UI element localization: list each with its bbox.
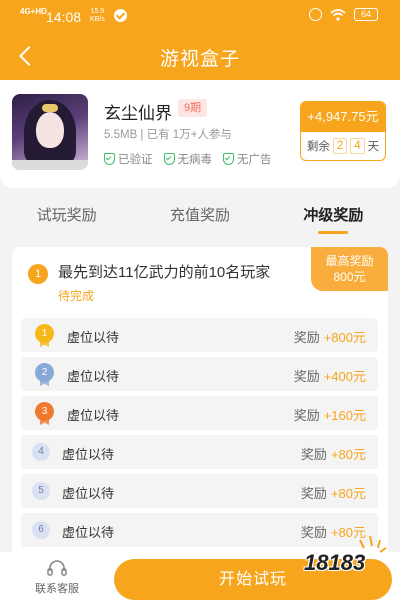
remaining-digit: 4 bbox=[350, 138, 365, 154]
ranking-reward: 奖励 +400元 bbox=[294, 366, 366, 385]
max-reward-value: 800元 bbox=[333, 270, 366, 284]
reward-label: 奖励 bbox=[300, 486, 327, 501]
max-reward-label: 最高奖励 bbox=[325, 254, 374, 268]
ranking-list: 1 虚位以待 奖励 +800元 2 虚位以待 奖励 +400元 3 虚位以待 奖励 +… bbox=[21, 318, 378, 552]
tab-trial-reward[interactable]: 试玩奖励 bbox=[0, 196, 133, 238]
tag-label: 无病毒 bbox=[177, 154, 213, 166]
status-time: 14:08 bbox=[46, 9, 82, 25]
page-title: 游视盒子 bbox=[159, 49, 240, 70]
ranking-name: 虚位以待 bbox=[62, 486, 115, 501]
reward-value: +400元 bbox=[323, 369, 366, 384]
reward-value: +160元 bbox=[323, 408, 366, 423]
tab-level-reward[interactable]: 冲级奖励 bbox=[267, 196, 400, 238]
network-speed: 15.9 KB/s bbox=[90, 8, 105, 24]
tag-no-ads: 无广告 bbox=[223, 151, 272, 167]
status-bar: 4G+HD 14:08 15.9 KB/s 64 bbox=[0, 0, 400, 34]
ranking-row: 3 虚位以待 奖励 +160元 bbox=[21, 396, 378, 430]
max-reward-badge: 最高奖励 800元 bbox=[311, 247, 388, 291]
shield-check-icon bbox=[163, 153, 175, 165]
reward-tabs: 试玩奖励 充值奖励 冲级奖励 bbox=[0, 196, 400, 238]
reward-value: +800元 bbox=[323, 330, 366, 345]
ranking-name: 虚位以待 bbox=[67, 330, 120, 345]
game-thumbnail[interactable] bbox=[12, 94, 88, 170]
task-title: 最先到达11亿武力的前10名玩家 bbox=[58, 264, 271, 281]
tag-label: 已验证 bbox=[118, 154, 153, 166]
reward-value: +80元 bbox=[330, 486, 366, 501]
reward-label: 奖励 bbox=[300, 447, 327, 462]
game-name: 玄尘仙界 bbox=[104, 104, 172, 123]
bronze-medal-icon: 3 bbox=[35, 402, 54, 421]
tag-no-virus: 无病毒 bbox=[163, 151, 213, 167]
total-reward-box: +4,947.75元 剩余 2 4 天 bbox=[300, 101, 386, 161]
network-speed-unit: KB/s bbox=[90, 16, 105, 23]
ranking-reward: 奖励 +160元 bbox=[294, 405, 366, 424]
signal-indicator: 4G+HD bbox=[20, 7, 47, 16]
tab-recharge-reward[interactable]: 充值奖励 bbox=[133, 196, 266, 238]
watermark-text: 18183 bbox=[304, 550, 366, 575]
wifi-icon bbox=[330, 8, 346, 21]
ranking-row: 5 虚位以待 奖励 +80元 bbox=[21, 474, 378, 508]
ranking-row: 4 虚位以待 奖励 +80元 bbox=[21, 435, 378, 469]
ranking-row: 2 虚位以待 奖励 +400元 bbox=[21, 357, 378, 391]
site-watermark-logo: 18183 bbox=[300, 532, 394, 588]
reward-amount: +4,947.75元 bbox=[301, 102, 385, 132]
tag-verified: 已验证 bbox=[104, 151, 153, 167]
shield-check-icon bbox=[104, 153, 115, 165]
remaining-suffix: 天 bbox=[367, 141, 380, 153]
reward-label: 奖励 bbox=[293, 408, 320, 423]
reward-label: 奖励 bbox=[293, 330, 320, 345]
status-icons: 64 bbox=[309, 8, 378, 21]
reward-label: 奖励 bbox=[293, 369, 320, 384]
app-header: 4G+HD 14:08 15.9 KB/s 64 游视盒子 bbox=[0, 0, 400, 80]
headset-icon bbox=[47, 560, 67, 576]
game-tags: 已验证 无病毒 无广告 bbox=[104, 151, 272, 167]
ranking-name: 虚位以待 bbox=[62, 447, 115, 462]
contact-service-label: 联系客服 bbox=[35, 583, 79, 595]
silver-medal-icon: 2 bbox=[35, 363, 54, 382]
tag-label: 无广告 bbox=[237, 154, 272, 166]
shield-check-icon bbox=[223, 153, 234, 165]
rank-number-badge: 6 bbox=[32, 521, 50, 539]
ranking-reward: 奖励 +80元 bbox=[301, 444, 366, 463]
network-speed-value: 15.9 bbox=[90, 8, 105, 15]
rank-number-badge: 5 bbox=[32, 482, 50, 500]
ranking-reward: 奖励 +800元 bbox=[294, 327, 366, 346]
rank-number-badge: 4 bbox=[32, 443, 50, 461]
task-number: 1 bbox=[28, 264, 48, 284]
gold-medal-icon: 1 bbox=[35, 324, 54, 343]
ranking-name: 虚位以待 bbox=[62, 525, 115, 540]
ranking-name: 虚位以待 bbox=[67, 408, 120, 423]
remaining-days: 剩余 2 4 天 bbox=[301, 132, 385, 160]
ranking-row: 1 虚位以待 奖励 +800元 bbox=[21, 318, 378, 352]
contact-service-button[interactable]: 联系客服 bbox=[32, 560, 82, 596]
task-panel: 1 最先到达11亿武力的前10名玩家 待完成 最高奖励 800元 1 虚位以待 … bbox=[12, 247, 388, 567]
remaining-prefix: 剩余 bbox=[306, 141, 330, 153]
period-badge: 9期 bbox=[178, 99, 208, 117]
check-circle-icon bbox=[114, 9, 127, 22]
ranking-name: 虚位以待 bbox=[67, 369, 120, 384]
task-status: 待完成 bbox=[58, 289, 95, 303]
remaining-digit: 2 bbox=[332, 138, 348, 154]
battery-icon: 64 bbox=[354, 8, 378, 21]
ranking-reward: 奖励 +80元 bbox=[301, 483, 366, 502]
alarm-icon bbox=[309, 8, 322, 21]
reward-value: +80元 bbox=[330, 447, 366, 462]
game-meta: 5.5MB | 已有 1万+人参与 bbox=[104, 129, 232, 141]
